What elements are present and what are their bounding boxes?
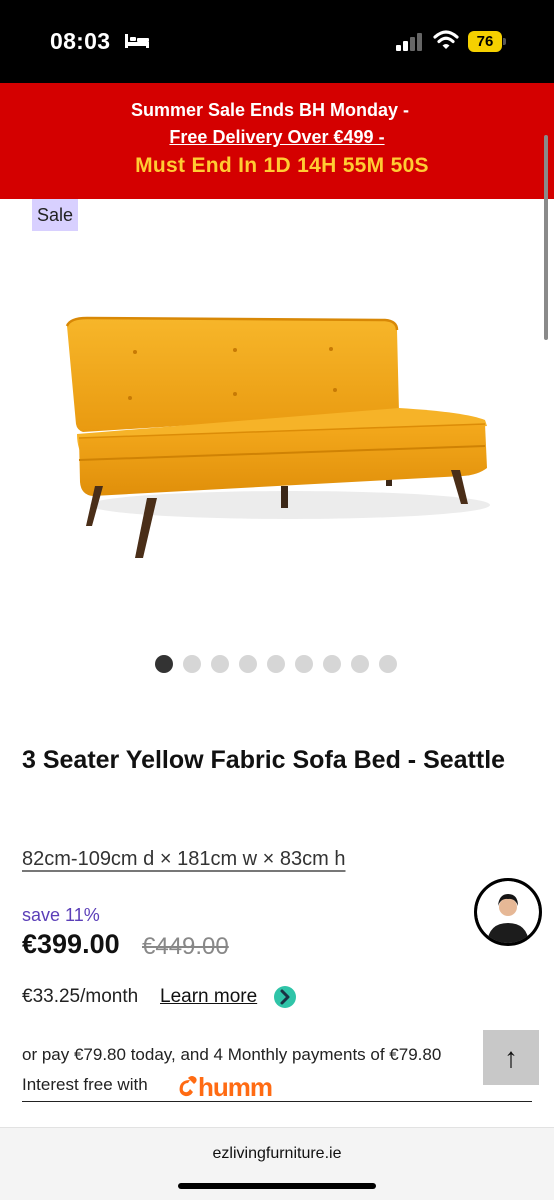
sale-badge: Sale [32,199,78,231]
product-title: 3 Seater Yellow Fabric Sofa Bed - Seattl… [22,746,506,774]
promo-banner[interactable]: Summer Sale Ends BH Monday - Free Delive… [0,83,554,199]
gallery-dot[interactable] [267,655,285,673]
monthly-price: €33.25/month [22,986,139,1007]
battery-level: 76 [468,31,502,52]
chevron-right-icon[interactable] [274,986,296,1008]
bed-icon [125,34,149,48]
learn-more-link[interactable]: Learn more [160,986,257,1008]
gallery-dot[interactable] [295,655,313,673]
arrow-up-icon: ↑ [504,1042,518,1073]
gallery-dot[interactable] [379,655,397,673]
promo-delivery-link[interactable]: Free Delivery Over €499 - [0,127,554,148]
signal-icon [396,33,422,51]
status-bar: 08:03 76 [0,0,554,83]
gallery-dot[interactable] [323,655,341,673]
interest-free-text: Interest free with [22,1075,148,1094]
battery-icon: 76 [468,31,506,52]
humm-logo[interactable]: humm [176,1072,294,1100]
url-text[interactable]: ezlivingfurniture.ie [0,1145,554,1163]
gallery-pagination [155,655,397,673]
current-price: €399.00 [22,929,120,959]
wifi-icon [433,30,459,49]
product-dimensions-link[interactable]: 82cm-109cm d × 181cm w × 83cm h [22,848,345,871]
section-divider [22,1101,532,1102]
status-time: 08:03 [50,28,111,54]
humm-logo-text: humm [198,1072,272,1100]
promo-sale-text: Summer Sale Ends BH Monday - [130,100,410,120]
original-price: €449.00 [142,933,229,960]
page-scrollbar[interactable] [544,135,548,340]
gallery-dot[interactable] [211,655,229,673]
yellow-sofa-bed-image[interactable] [55,300,505,570]
person-icon [477,881,539,943]
save-percentage: save 11% [22,905,100,925]
browser-url-bar[interactable]: ezlivingfurniture.ie [0,1127,554,1200]
support-agent-avatar[interactable] [474,878,542,946]
gallery-dot[interactable] [351,655,369,673]
gallery-dot[interactable] [239,655,257,673]
back-to-top-button[interactable]: ↑ [483,1030,539,1085]
gallery-dot[interactable] [183,655,201,673]
promo-countdown: Must End In 1D 14H 55M 50S [135,154,429,177]
gallery-dot[interactable] [155,655,173,673]
installment-info: or pay €79.80 today, and 4 Monthly payme… [22,1045,442,1064]
home-indicator[interactable] [178,1183,376,1189]
